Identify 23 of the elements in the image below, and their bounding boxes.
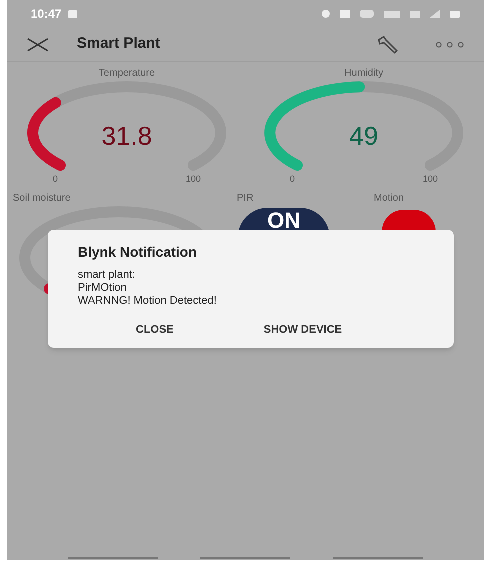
gauge-min: 0 [290, 173, 296, 186]
close-icon[interactable] [27, 38, 49, 52]
widget-label: Motion [374, 192, 404, 206]
gauge-label: Soil moisture [12, 192, 71, 206]
app-title: Smart Plant [77, 34, 160, 54]
dialog-button[interactable]: CLOSE [136, 322, 174, 338]
dialog-button[interactable]: SHOW DEVICE [264, 322, 342, 338]
signal-icon [430, 10, 440, 18]
dialog-message-line: PirMOtion [78, 282, 128, 295]
gauge-value: 31.8 [100, 120, 154, 153]
gauge-label: Temperature [98, 67, 156, 81]
gauge-value: 49 [348, 120, 380, 153]
dialog-title: Blynk Notification [78, 243, 198, 262]
dialog-message-line: smart plant: [78, 269, 136, 282]
gauge-max: 100 [422, 173, 438, 186]
wrench-icon[interactable] [376, 34, 400, 54]
dialog-message-line: WARNNG! Motion Detected! [78, 295, 218, 308]
widget-label: PIR [236, 192, 254, 206]
more-icon[interactable] [436, 42, 464, 48]
gauge-min: 0 [53, 173, 58, 186]
gauge-label: Humidity [344, 67, 384, 81]
gauge-max: 100 [186, 173, 201, 186]
status-time: 10:47 [31, 6, 62, 23]
